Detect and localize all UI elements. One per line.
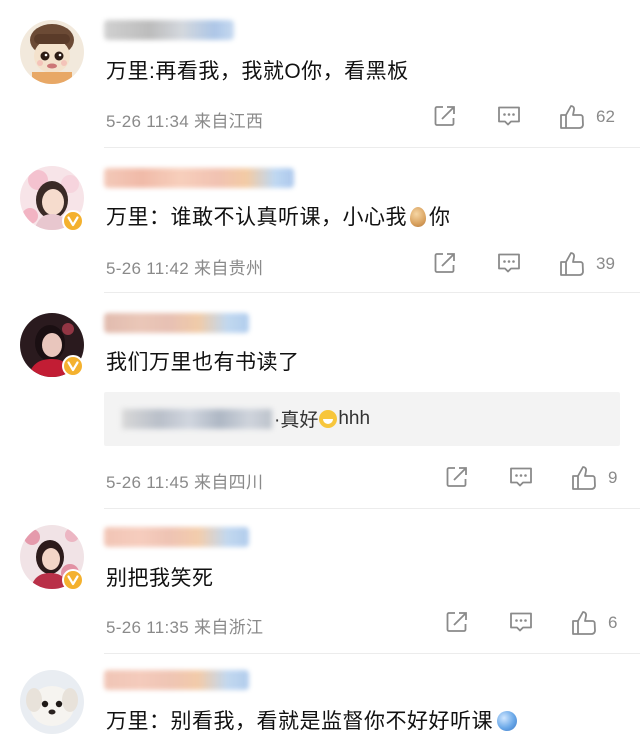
like-count: 6 — [608, 613, 618, 632]
egg-emoji-icon — [410, 207, 426, 227]
laugh-emoji-icon — [319, 409, 338, 428]
username-redacted[interactable] — [104, 527, 249, 547]
comment-icon — [510, 467, 532, 487]
comment-item: 我们万里也有书读了 ·真好 hhh 5-26 11:45 来自四川 9 — [0, 293, 640, 508]
verified-badge — [62, 210, 84, 232]
comment-button[interactable] — [496, 250, 522, 276]
share-icon — [446, 612, 467, 632]
comment-item: 万里：别看我，看就是监督你不好好听课 — [0, 654, 640, 751]
comment-icon — [510, 612, 532, 632]
like-button[interactable]: 39 — [558, 250, 615, 278]
comment-text: 万里：谁敢不认真听课，小心我你 — [106, 204, 451, 232]
username-redacted[interactable] — [104, 168, 294, 188]
verified-badge-icon — [67, 361, 79, 372]
share-button[interactable] — [444, 464, 470, 490]
comment-item: 万里：谁敢不认真听课，小心我你 5-26 11:42 来自贵州 39 — [0, 148, 640, 292]
like-icon — [560, 252, 584, 276]
comment-text: 万里:再看我，我就O你，看黑板 — [106, 60, 409, 83]
avatar[interactable] — [20, 670, 84, 734]
avatar-image — [20, 670, 84, 734]
share-button[interactable] — [432, 103, 458, 129]
comment-icon — [498, 253, 520, 273]
reply-box[interactable]: ·真好 hhh — [104, 392, 620, 446]
comment-text-part: 万里：别看我，看就是监督你不好好听课 — [106, 710, 493, 733]
share-icon — [434, 253, 455, 273]
globe-emoji-icon — [497, 711, 517, 731]
verified-badge — [62, 569, 84, 591]
share-button[interactable] — [444, 609, 470, 635]
comment-icon — [498, 106, 520, 126]
reply-text-part: ·真好 — [274, 410, 319, 431]
comment-button[interactable] — [496, 103, 522, 129]
verified-badge — [62, 355, 84, 377]
share-button[interactable] — [432, 250, 458, 276]
comment-text-part: 万里：谁敢不认真听课，小心我 — [106, 206, 407, 229]
like-icon — [572, 611, 596, 635]
username-redacted[interactable] — [104, 20, 234, 40]
comment-item: 别把我笑死 5-26 11:35 来自浙江 6 — [0, 509, 640, 653]
like-button[interactable]: 9 — [570, 464, 617, 492]
username-redacted[interactable] — [104, 313, 249, 333]
comment-actions: 62 — [0, 103, 640, 131]
share-icon — [446, 467, 467, 487]
avatar-image — [20, 20, 84, 84]
comment-button[interactable] — [508, 464, 534, 490]
verified-badge-icon — [67, 216, 79, 227]
like-count: 62 — [596, 107, 615, 126]
reply-username-redacted — [122, 409, 272, 429]
comment-text: 别把我笑死 — [106, 567, 214, 590]
reply-text-part: hhh — [338, 407, 371, 429]
comment-actions: 9 — [0, 464, 640, 492]
comment-button[interactable] — [508, 609, 534, 635]
reply-text: ·真好 hhh — [274, 405, 370, 432]
like-icon — [560, 105, 584, 129]
like-count: 39 — [596, 254, 615, 273]
like-button[interactable]: 6 — [570, 609, 617, 637]
comment-actions: 39 — [0, 250, 640, 278]
comment-item: 万里:再看我，我就O你，看黑板 5-26 11:34 来自江西 62 — [0, 0, 640, 145]
comment-actions: 6 — [0, 609, 640, 637]
like-button[interactable]: 62 — [558, 103, 615, 131]
comment-text: 万里：别看我，看就是监督你不好好听课 — [106, 708, 517, 736]
comment-text-part: 你 — [429, 206, 451, 229]
comment-text: 我们万里也有书读了 — [106, 351, 300, 374]
avatar[interactable] — [20, 20, 84, 84]
share-icon — [434, 106, 455, 126]
verified-badge-icon — [67, 575, 79, 586]
like-count: 9 — [608, 468, 618, 487]
username-redacted[interactable] — [104, 670, 249, 690]
like-icon — [572, 466, 596, 490]
